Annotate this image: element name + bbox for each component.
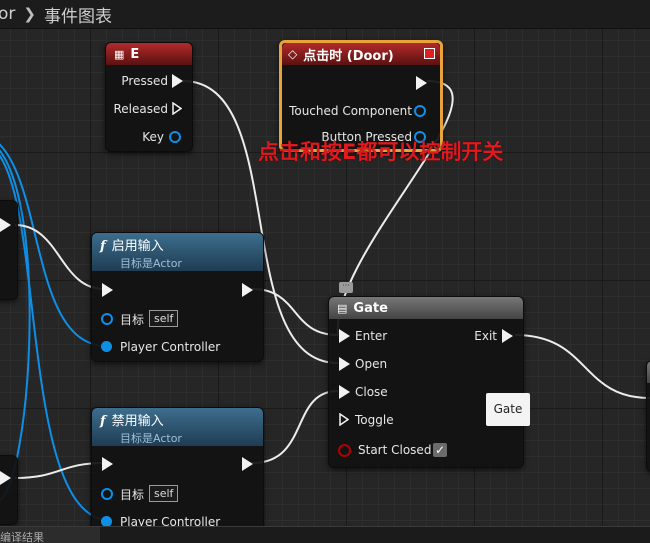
- enable-input-node[interactable]: f 启用输入 目标是Actor 目标 self Player Controller: [91, 232, 264, 362]
- gate-node[interactable]: ▤ Gate Enter Exit Open Close Toggle Star…: [328, 296, 524, 468]
- enable-input-subtitle: 目标是Actor: [120, 257, 182, 270]
- exec-pin-on-clicked[interactable]: [416, 76, 427, 90]
- gate-title: Gate: [353, 300, 388, 316]
- pin-label-open: Open: [355, 357, 388, 371]
- pin-label-start-closed: Start Closed: [358, 443, 432, 457]
- key-e-header[interactable]: ▦ E: [106, 43, 192, 65]
- pin-label-exit: Exit: [474, 329, 497, 343]
- pin-label-touched-component: Touched Component: [289, 104, 412, 118]
- pin-label-target-enable: 目标: [120, 313, 145, 327]
- struct-pin-key[interactable]: [169, 131, 181, 143]
- bool-pin-start-closed[interactable]: [338, 444, 351, 457]
- gate-tooltip: Gate: [486, 393, 530, 426]
- breadcrumb-parent[interactable]: or: [0, 4, 15, 24]
- exec-in-enable-input[interactable]: [102, 283, 113, 297]
- comment-bubble-icon[interactable]: ···: [339, 282, 353, 293]
- on-clicked-title: 点击时 (Door): [303, 48, 394, 64]
- status-bar: 编译结果: [0, 526, 650, 543]
- pin-label-key: Key: [142, 130, 164, 144]
- disable-input-subtitle: 目标是Actor: [120, 432, 182, 445]
- partial-node-left-top[interactable]: [0, 200, 18, 300]
- disable-input-node[interactable]: f 禁用输入 目标是Actor 目标 self Player Controller: [91, 407, 264, 539]
- function-icon: f: [100, 414, 106, 429]
- exec-in-disable-input[interactable]: [102, 457, 113, 471]
- breadcrumb: or ❯ 事件图表: [0, 0, 650, 29]
- exec-pin-left-bottom[interactable]: [0, 471, 11, 485]
- pin-label-controller-enable: Player Controller: [120, 340, 221, 354]
- exec-out-enable-input[interactable]: [242, 283, 253, 297]
- macro-icon: ▤: [337, 301, 348, 315]
- exec-pin-left-top[interactable]: [0, 218, 11, 232]
- pin-label-toggle: Toggle: [355, 413, 394, 427]
- exec-pin-pressed[interactable]: [172, 74, 183, 88]
- function-icon: f: [100, 239, 106, 254]
- keyboard-icon: ▦: [114, 47, 125, 61]
- exec-pin-exit[interactable]: [502, 329, 513, 343]
- exec-pin-open[interactable]: [339, 357, 350, 371]
- on-clicked-header[interactable]: ◇ 点击时 (Door): [282, 43, 440, 65]
- pin-label-target-disable: 目标: [120, 488, 145, 502]
- gate-header[interactable]: ▤ Gate: [329, 297, 523, 319]
- exec-pin-close[interactable]: [339, 385, 350, 399]
- exec-pin-released[interactable]: [172, 102, 182, 115]
- event-diamond-icon: ◇: [288, 47, 298, 61]
- pin-label-released: Released: [113, 102, 168, 116]
- enable-input-header[interactable]: f 启用输入 目标是Actor: [92, 233, 263, 271]
- compiler-results-tab[interactable]: 编译结果: [0, 527, 100, 543]
- exec-pin-enter[interactable]: [339, 329, 350, 343]
- key-e-node[interactable]: ▦ E Pressed Released Key: [105, 42, 193, 152]
- enable-input-title: 启用输入: [111, 239, 164, 254]
- object-pin-touched-component[interactable]: [414, 105, 426, 117]
- delegate-icon: [424, 48, 435, 59]
- object-pin-target-enable[interactable]: [101, 313, 113, 325]
- exec-out-disable-input[interactable]: [242, 457, 253, 471]
- pin-label-close: Close: [355, 385, 388, 399]
- partial-node-left-bottom[interactable]: [0, 455, 18, 525]
- disable-input-title: 禁用输入: [111, 414, 164, 429]
- breadcrumb-current: 事件图表: [43, 6, 112, 27]
- exec-pin-toggle[interactable]: [339, 413, 349, 426]
- target-self-disable[interactable]: self: [149, 485, 179, 502]
- key-e-title: E: [130, 46, 140, 62]
- disable-input-header[interactable]: f 禁用输入 目标是Actor: [92, 408, 263, 446]
- object-pin-controller-enable[interactable]: [101, 341, 112, 352]
- partial-node-right[interactable]: [646, 360, 650, 472]
- pin-label-enter: Enter: [355, 329, 388, 343]
- chevron-right-icon: ❯: [23, 5, 36, 23]
- annotation-text: 点击和按E都可以控制开关: [258, 140, 504, 164]
- pin-label-pressed: Pressed: [121, 74, 168, 88]
- target-self-enable[interactable]: self: [149, 310, 179, 327]
- object-pin-target-disable[interactable]: [101, 488, 113, 500]
- start-closed-checkbox[interactable]: ✓: [433, 443, 447, 457]
